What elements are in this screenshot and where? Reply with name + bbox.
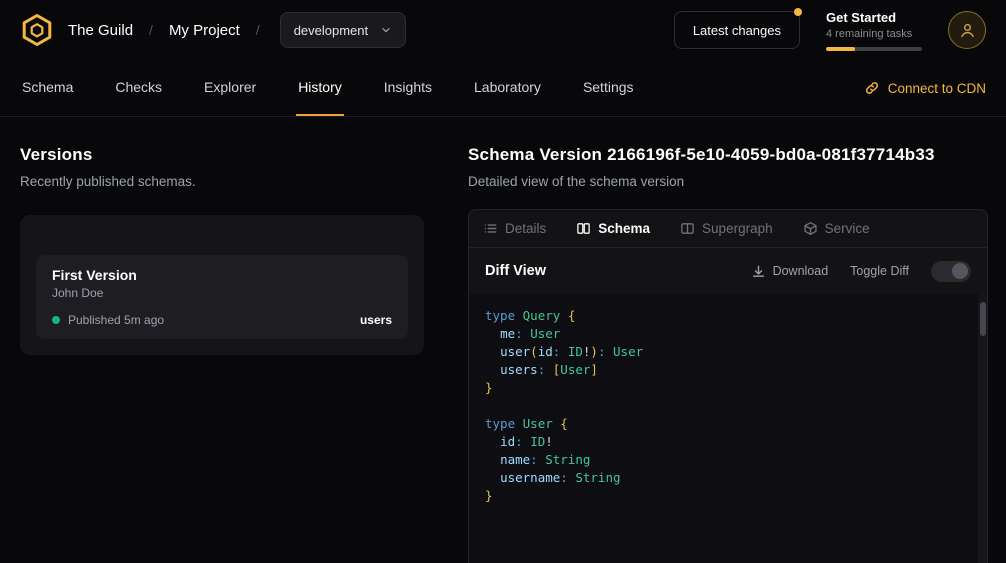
version-detail-panel: Details Schema Supergraph Service Diff View… — [468, 209, 988, 563]
version-detail-title: Schema Version 2166196f-5e10-4059-bd0a-0… — [468, 145, 988, 165]
detail-tab-supergraph[interactable]: Supergraph — [680, 221, 773, 236]
code-line: type User { — [485, 415, 971, 433]
version-detail-subtitle: Detailed view of the schema version — [468, 174, 988, 189]
get-started-progress — [826, 47, 922, 51]
schema-icon — [576, 221, 591, 236]
notification-dot — [794, 8, 802, 16]
detail-tab-service[interactable]: Service — [803, 221, 870, 236]
supergraph-icon — [680, 221, 695, 236]
breadcrumb-project[interactable]: My Project — [169, 22, 240, 39]
main-nav-tabs: Schema Checks Explorer History Insights Labor… — [20, 60, 636, 116]
get-started-widget[interactable]: Get Started 4 remaining tasks — [826, 10, 922, 51]
top-bar: The Guild / My Project / development Lat… — [0, 0, 1006, 60]
tab-schema[interactable]: Schema — [20, 60, 75, 116]
get-started-progress-fill — [826, 47, 855, 51]
tab-settings[interactable]: Settings — [581, 60, 636, 116]
code-line — [485, 397, 971, 415]
versions-section: Versions Recently published schemas. Fir… — [0, 117, 444, 563]
download-button[interactable]: Download — [751, 264, 829, 279]
tab-history[interactable]: History — [296, 60, 344, 116]
main-nav: Schema Checks Explorer History Insights Labor… — [0, 60, 1006, 117]
latest-changes-label: Latest changes — [693, 23, 781, 38]
user-avatar[interactable] — [948, 11, 986, 49]
breadcrumb-org[interactable]: The Guild — [68, 22, 133, 39]
toggle-diff-label: Toggle Diff — [850, 264, 909, 278]
main-content: Versions Recently published schemas. Fir… — [0, 117, 1006, 563]
target-badge: users — [360, 313, 392, 327]
code-scrollbar-track — [978, 294, 987, 563]
link-icon — [864, 80, 880, 96]
latest-changes-button[interactable]: Latest changes — [674, 11, 800, 49]
code-line: user(id: ID!): User — [485, 343, 971, 361]
chevron-down-icon — [380, 24, 392, 36]
code-line: me: User — [485, 325, 971, 343]
version-name: First Version — [52, 267, 392, 283]
detail-tab-label: Schema — [598, 221, 650, 236]
get-started-subtitle: 4 remaining tasks — [826, 28, 922, 40]
published-status-dot — [52, 316, 60, 324]
detail-tab-details[interactable]: Details — [483, 221, 546, 236]
code-line: } — [485, 487, 971, 505]
version-list-item[interactable]: First Version John Doe Published 5m ago … — [36, 255, 408, 339]
detail-tab-label: Service — [825, 221, 870, 236]
tab-explorer[interactable]: Explorer — [202, 60, 258, 116]
code-line: type Query { — [485, 307, 971, 325]
service-icon — [803, 221, 818, 236]
version-author: John Doe — [52, 286, 392, 300]
versions-subtitle: Recently published schemas. — [20, 174, 424, 189]
breadcrumb-separator: / — [256, 22, 260, 38]
connect-to-cdn-link[interactable]: Connect to CDN — [864, 80, 986, 96]
code-line: name: String — [485, 451, 971, 469]
download-label: Download — [773, 264, 829, 278]
detail-tab-label: Supergraph — [702, 221, 773, 236]
get-started-title: Get Started — [826, 10, 922, 25]
detail-tab-schema[interactable]: Schema — [576, 221, 650, 236]
detail-tab-label: Details — [505, 221, 546, 236]
hive-logo-icon[interactable] — [20, 13, 54, 47]
detail-tab-bar: Details Schema Supergraph Service — [469, 210, 987, 248]
code-line: users: [User] — [485, 361, 971, 379]
version-status: Published 5m ago — [68, 313, 164, 327]
diff-toggle-switch[interactable] — [931, 261, 971, 282]
diff-view-title: Diff View — [485, 263, 546, 279]
code-lines: type Query { me: User user(id: ID!): Use… — [485, 307, 971, 505]
toggle-knob — [952, 263, 968, 279]
version-detail-section: Schema Version 2166196f-5e10-4059-bd0a-0… — [444, 117, 1006, 563]
tab-checks[interactable]: Checks — [113, 60, 164, 116]
code-scrollbar-thumb[interactable] — [980, 302, 986, 336]
versions-card: First Version John Doe Published 5m ago … — [20, 215, 424, 355]
breadcrumb-separator: / — [149, 22, 153, 38]
user-icon — [958, 21, 977, 40]
code-line: } — [485, 379, 971, 397]
list-icon — [483, 221, 498, 236]
target-selector-value: development — [294, 23, 368, 38]
versions-title: Versions — [20, 145, 424, 165]
download-icon — [751, 264, 766, 279]
code-block: type Query { me: User user(id: ID!): Use… — [469, 294, 987, 563]
target-selector[interactable]: development — [280, 12, 406, 48]
tab-insights[interactable]: Insights — [382, 60, 434, 116]
code-line: username: String — [485, 469, 971, 487]
code-line: id: ID! — [485, 433, 971, 451]
connect-to-cdn-label: Connect to CDN — [888, 81, 986, 96]
diff-view-header: Diff View Download Toggle Diff — [469, 248, 987, 294]
tab-laboratory[interactable]: Laboratory — [472, 60, 543, 116]
